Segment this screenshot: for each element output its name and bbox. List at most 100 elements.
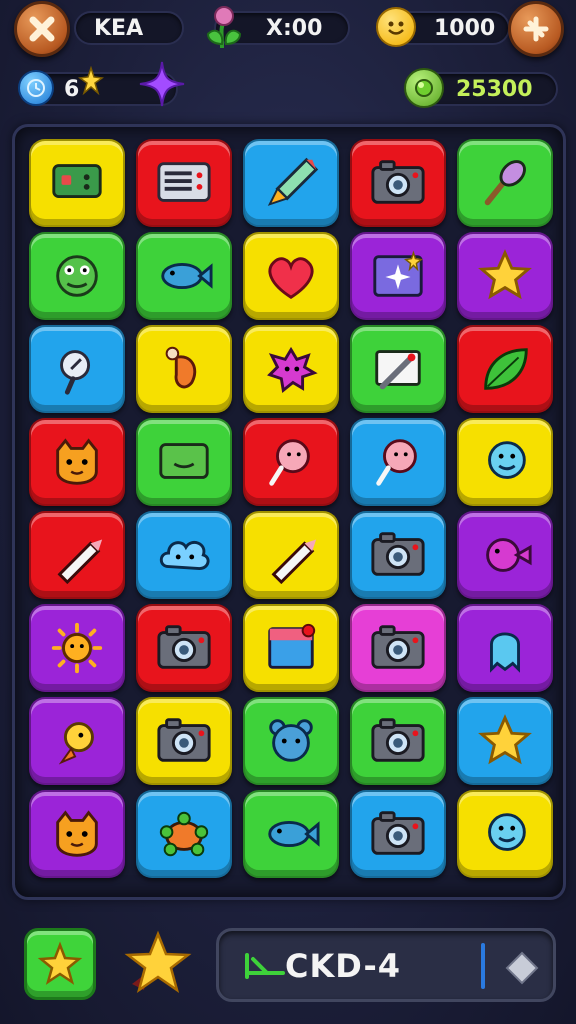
- chick-icon: [58, 722, 94, 765]
- spiky-creature-icon: [267, 346, 318, 393]
- tile-r8-c4[interactable]: [350, 790, 446, 878]
- heart-icon: [268, 257, 314, 299]
- smiley-coin-icon: [376, 7, 416, 47]
- camera-icon: [371, 532, 425, 576]
- flower-icon: [206, 6, 242, 49]
- camera-icon: [371, 625, 425, 669]
- camera-icon: [157, 718, 211, 762]
- purple-star-icon[interactable]: [138, 60, 186, 108]
- tile-r7-c1[interactable]: [29, 697, 125, 785]
- tile-r1-c2[interactable]: [136, 139, 232, 227]
- tile-r6-c5[interactable]: [457, 604, 553, 692]
- tile-r5-c3[interactable]: [243, 511, 339, 599]
- chicken-leg-icon: [165, 346, 197, 389]
- camera-icon: [371, 811, 425, 855]
- tile-r5-c2[interactable]: [136, 511, 232, 599]
- second-hud: 6 25300: [0, 60, 576, 116]
- tile-r3-c4[interactable]: [350, 325, 446, 413]
- ghost-icon: [490, 632, 520, 673]
- sun-face-icon: [51, 622, 103, 674]
- cloud-face-icon: [159, 540, 210, 570]
- picture-pencil-icon: [375, 350, 421, 390]
- plus-icon: [523, 16, 549, 42]
- bear-face-icon: [269, 719, 313, 762]
- tile-r1-c3[interactable]: [243, 139, 339, 227]
- code-panel: CKD-4: [216, 928, 556, 1002]
- tile-r7-c4[interactable]: [350, 697, 446, 785]
- timer-value: X:00: [266, 15, 323, 41]
- tile-r3-c1[interactable]: [29, 325, 125, 413]
- monitor-icon: [52, 164, 102, 198]
- diamond-icon[interactable]: [505, 951, 539, 985]
- picture-icon: [268, 623, 316, 669]
- tile-r4-c2[interactable]: [136, 418, 232, 506]
- calendar-icon: [157, 162, 211, 202]
- camera-icon: [371, 718, 425, 762]
- tile-r6-c2[interactable]: [136, 604, 232, 692]
- tile-r5-c1[interactable]: [29, 511, 125, 599]
- green-gem-icon: [404, 68, 444, 108]
- tile-r4-c5[interactable]: [457, 418, 553, 506]
- green-arrow-icon: [245, 953, 285, 979]
- hand-star-icon: [37, 941, 83, 985]
- turtle-icon: [159, 811, 209, 857]
- magnifier-icon: [60, 350, 91, 395]
- rocket-icon: [267, 157, 319, 206]
- tile-r8-c3[interactable]: [243, 790, 339, 878]
- tile-r3-c3[interactable]: [243, 325, 339, 413]
- tile-r5-c4[interactable]: [350, 511, 446, 599]
- sparkle-icon: [78, 66, 104, 96]
- divider: [481, 943, 485, 989]
- tile-r7-c2[interactable]: [136, 697, 232, 785]
- close-button[interactable]: [14, 1, 70, 57]
- code-text: CKD-4: [285, 947, 401, 985]
- tile-r1-c5[interactable]: [457, 139, 553, 227]
- tile-r2-c5[interactable]: [457, 232, 553, 320]
- tile-r2-c3[interactable]: [243, 232, 339, 320]
- tile-r7-c3[interactable]: [243, 697, 339, 785]
- puffer-fish-icon: [486, 538, 532, 572]
- tile-r6-c4[interactable]: [350, 604, 446, 692]
- tile-r2-c4[interactable]: [350, 232, 446, 320]
- camera-icon: [157, 625, 211, 669]
- coins-value: 1000: [434, 15, 496, 41]
- tile-r8-c5[interactable]: [457, 790, 553, 878]
- monster-icon: [56, 255, 98, 297]
- tile-r8-c2[interactable]: [136, 790, 232, 878]
- pencil-icon: [57, 539, 103, 584]
- tile-r7-c5[interactable]: [457, 697, 553, 785]
- player-name-pill: KEA: [74, 11, 184, 45]
- camera-icon: [371, 160, 425, 204]
- tile-r3-c5[interactable]: [457, 325, 553, 413]
- pencil-icon: [271, 539, 317, 584]
- monitor-smile-icon: [159, 443, 209, 479]
- smiley-icon: [488, 813, 526, 851]
- cat-face-icon: [56, 810, 98, 857]
- star-icon[interactable]: [118, 928, 194, 1000]
- tile-r6-c3[interactable]: [243, 604, 339, 692]
- hint-button[interactable]: [24, 928, 96, 1000]
- cat-face-icon: [56, 438, 98, 485]
- tile-grid: [29, 139, 553, 878]
- tile-r1-c4[interactable]: [350, 139, 446, 227]
- lollipop-icon: [269, 439, 310, 486]
- tile-r6-c1[interactable]: [29, 604, 125, 692]
- tile-r3-c2[interactable]: [136, 325, 232, 413]
- tile-r8-c1[interactable]: [29, 790, 125, 878]
- tile-r2-c2[interactable]: [136, 232, 232, 320]
- fish-icon: [268, 820, 320, 848]
- close-icon: [29, 16, 55, 42]
- score-value: 25300: [456, 76, 533, 102]
- tile-r4-c3[interactable]: [243, 418, 339, 506]
- top-hud: KEA X:00 1000: [0, 0, 576, 58]
- tile-r5-c5[interactable]: [457, 511, 553, 599]
- star-icon: [478, 249, 532, 300]
- tile-r4-c1[interactable]: [29, 418, 125, 506]
- clock-icon: [18, 70, 54, 106]
- smiley-icon: [488, 441, 526, 479]
- star-icon: [478, 714, 532, 765]
- tile-r4-c4[interactable]: [350, 418, 446, 506]
- add-coins-button[interactable]: [508, 1, 564, 57]
- tile-r1-c1[interactable]: [29, 139, 125, 227]
- tile-r2-c1[interactable]: [29, 232, 125, 320]
